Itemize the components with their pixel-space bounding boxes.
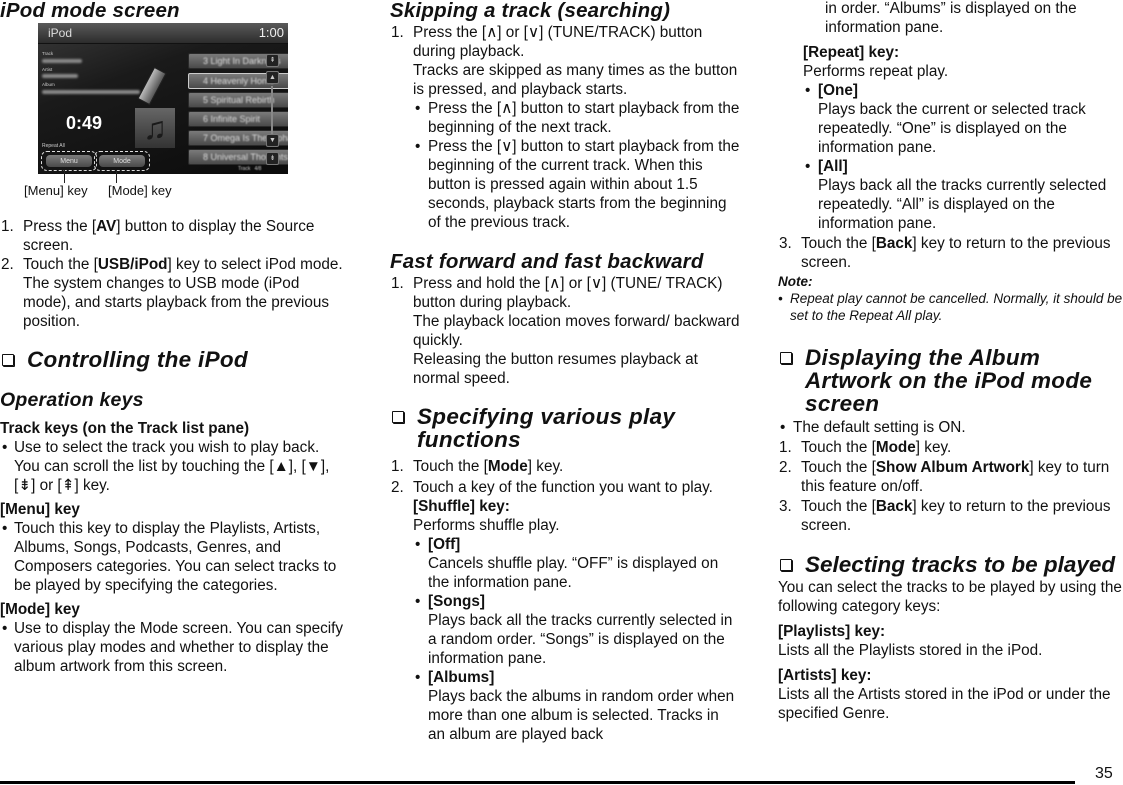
- track-counter: Track 4/8: [238, 166, 262, 172]
- artists-key-heading: [Artists] key:: [778, 667, 872, 684]
- column-1-text: 1. Press the [AV] button to display the S…: [0, 217, 345, 676]
- mode-key-leader-line: [116, 170, 117, 183]
- playlists-key-heading: [Playlists] key:: [778, 623, 886, 640]
- menu-key-heading: [Menu] key: [0, 501, 80, 518]
- artist-label: Artist: [42, 67, 53, 72]
- fast-forward-heading: Fast forward and fast backward: [390, 250, 704, 273]
- menu-key-leader-line: [64, 170, 65, 183]
- music-note-icon: ♫: [143, 110, 167, 146]
- shuffle-key-heading: [Shuffle] key:: [413, 498, 510, 515]
- artwork-default-bullet: • The default setting is ON.: [780, 419, 966, 436]
- shuffle-option: • [Albums] Plays back the albums in random…: [415, 669, 735, 743]
- mode-key[interactable]: Mode: [94, 151, 150, 171]
- figure-title: iPod mode screen: [0, 0, 180, 22]
- mode-key-heading: [Mode] key: [0, 601, 80, 618]
- track-list-item[interactable]: 5 Spiritual Rebirth: [188, 92, 288, 108]
- track-label: Track: [42, 51, 54, 56]
- menu-key-caption: [Menu] key: [24, 183, 88, 198]
- footer-rule: [0, 781, 1075, 784]
- skip-step-1: 1. Press the [∧] or [∨] (TUNE/TRACK) butt…: [391, 24, 703, 60]
- checkbox-square-icon: [2, 354, 14, 366]
- track-keys-heading: Track keys (on the Track list pane): [0, 420, 250, 437]
- menu-key[interactable]: Menu: [41, 151, 97, 171]
- artwork-step-3: 3. Touch the [Back] key to return to the …: [779, 498, 1111, 534]
- repeat-key-heading: [Repeat] key:: [803, 44, 900, 61]
- albums-option-continued: in order. “Albums” is displayed on the i…: [825, 0, 1077, 36]
- skip-detail: Tracks are skipped as many times as the …: [413, 62, 738, 98]
- repeat-step-3: 3. Touch the [Back] key to return to the …: [779, 235, 1111, 271]
- shuffle-option: • [Off] Cancels shuffle play. “OFF” is dis…: [415, 536, 719, 591]
- repeat-option: • [All] Plays back all the tracks currentl…: [805, 158, 1107, 232]
- screen-title-bar: iPod 1:00: [38, 23, 288, 44]
- page-down-icon[interactable]: ⇟: [266, 152, 279, 165]
- operation-keys-heading: Operation keys: [0, 389, 144, 411]
- playlists-key-text: Lists all the Playlists stored in the iP…: [778, 642, 1043, 659]
- skipping-heading: Skipping a track (searching): [390, 0, 671, 22]
- elapsed-time: 0:49: [66, 113, 103, 133]
- album-value-blurred: [42, 90, 140, 94]
- artists-key-text: Lists all the Artists stored in the iPod…: [778, 686, 1111, 722]
- checkbox-square-icon: [392, 411, 404, 423]
- section-controlling-ipod: Controlling the iPod: [0, 348, 345, 371]
- page-up-icon[interactable]: ⇞: [266, 54, 279, 67]
- shuffle-option: • [Songs] Plays back all the tracks curren…: [415, 593, 733, 667]
- track-list-item[interactable]: 6 Infinite Spirit: [188, 111, 288, 127]
- repeat-status: Repeat All: [42, 143, 65, 149]
- repeat-option: • [One] Plays back the current or selected…: [805, 82, 1086, 156]
- spec-step-1: 1. Touch the [Mode] key.: [391, 458, 564, 475]
- screen-title: iPod: [48, 26, 73, 40]
- track-value-blurred: [42, 59, 82, 63]
- track-keys-bullet: • Use to select the track you wish to pla…: [2, 439, 330, 494]
- artwork-step-2: 2. Touch the [Show Album Artwork] key to …: [779, 459, 1110, 495]
- note-heading: Note:: [778, 274, 813, 289]
- ff-step-1: 1. Press and hold the [∧] or [∨] (TUNE/ T…: [391, 275, 723, 311]
- down-icon[interactable]: ▼: [266, 134, 279, 147]
- album-artwork: ♫: [135, 108, 175, 148]
- checkbox-square-icon: [780, 352, 792, 364]
- shuffle-key-text: Performs shuffle play.: [413, 517, 560, 534]
- screen-clock: 1:00: [258, 25, 284, 40]
- section-album-artwork: Displaying the Album Artwork on the iPod…: [778, 346, 1123, 415]
- ipod-mode-screen-illustration: iPod 1:00 Track Artist Album 0:49 ♫ Repe…: [38, 23, 288, 174]
- step-1: 1. Press the [AV] button to display the S…: [1, 218, 315, 254]
- step-2-detail: The system changes to USB mode (iPod mod…: [23, 275, 330, 330]
- ff-detail-1: The playback location moves forward/ bac…: [413, 313, 740, 349]
- column-3-text: in order. “Albums” is displayed on the i…: [778, 0, 1123, 723]
- artist-value-blurred: [42, 74, 78, 78]
- artwork-step-1: 1. Touch the [Mode] key.: [779, 439, 952, 456]
- menu-key-bullet: • Touch this key to display the Playlists…: [2, 520, 337, 594]
- repeat-key-text: Performs repeat play.: [803, 63, 949, 80]
- spec-step-2: 2. Touch a key of the function you want t…: [391, 479, 713, 496]
- skip-bullet: • Press the [∨] button to start playback …: [415, 138, 740, 231]
- mode-key-caption: [Mode] key: [108, 183, 172, 198]
- album-label: Album: [42, 82, 55, 87]
- skip-bullet: • Press the [∧] button to start playback …: [415, 100, 740, 136]
- column-2-text: Skipping a track (searching) 1. Press the…: [390, 0, 740, 744]
- ipod-device-icon: [137, 66, 167, 106]
- mode-key-bullet: • Use to display the Mode screen. You can…: [2, 620, 344, 675]
- step-2: 2. Touch the [USB/iPod] key to select iPo…: [1, 256, 343, 273]
- ff-detail-2: Releasing the button resumes playback at…: [413, 351, 698, 387]
- section-specifying-play-functions: Specifying various play functions: [390, 405, 740, 451]
- page-number: 35: [1095, 765, 1113, 782]
- checkbox-square-icon: [780, 559, 792, 571]
- section-selecting-tracks: Selecting tracks to be played: [778, 553, 1123, 576]
- selecting-intro: You can select the tracks to be played b…: [778, 579, 1122, 615]
- note-bullet: • Repeat play cannot be cancelled. Normal…: [778, 291, 1123, 323]
- up-icon[interactable]: ▲: [266, 71, 279, 84]
